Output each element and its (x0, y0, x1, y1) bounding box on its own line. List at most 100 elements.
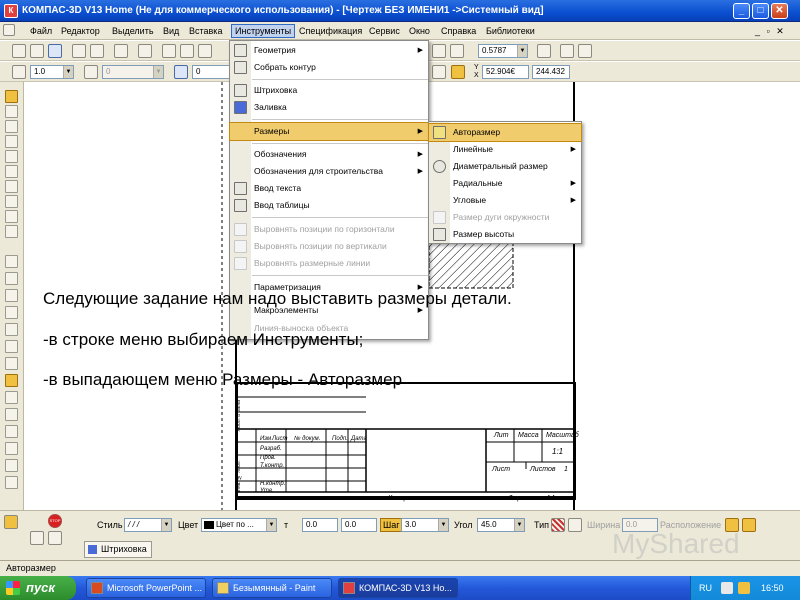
menu-instruments[interactable]: Инструменты (231, 24, 296, 38)
paste-icon[interactable] (198, 44, 212, 58)
chevron-down-icon[interactable]: ▼ (153, 66, 163, 78)
arc-tool-icon[interactable] (5, 323, 18, 336)
grid-icon[interactable] (12, 65, 26, 79)
menu-item-height-dimension[interactable]: Размер высоты (429, 226, 581, 243)
measure-tool-icon[interactable] (5, 165, 18, 178)
menu-item-collect-contour[interactable]: Собрать контур (230, 59, 428, 76)
help-icon[interactable] (48, 531, 62, 545)
parametrize-tool-icon[interactable] (5, 150, 18, 163)
layer-icon[interactable] (84, 65, 98, 79)
zoom-out-icon[interactable] (432, 44, 446, 58)
placement-after-icon[interactable] (742, 518, 756, 532)
menu-item-geometry[interactable]: Геометрия ▶ (230, 42, 428, 59)
t-field-2[interactable]: 0.0 (341, 518, 377, 532)
hatch-tab[interactable]: Штриховка (84, 541, 152, 558)
menu-item-hatch[interactable]: Штриховка (230, 82, 428, 99)
style-select[interactable]: / / / ▼ (124, 518, 172, 532)
chevron-down-icon[interactable]: ▼ (161, 519, 171, 531)
stop-icon[interactable]: STOP (48, 514, 62, 528)
close-button[interactable]: ✕ (771, 3, 788, 19)
chevron-down-icon[interactable]: ▼ (63, 66, 73, 78)
menu-help[interactable]: Справка (438, 24, 479, 38)
menu-item-angular[interactable]: Угловые ▶ (429, 192, 581, 209)
report-tool-icon[interactable] (5, 210, 18, 223)
scale-field[interactable]: 1.0 ▼ (30, 65, 74, 79)
style-icon[interactable] (174, 65, 188, 79)
angle-field[interactable]: 45.0 ▼ (477, 518, 525, 532)
menu-item-table-input[interactable]: Ввод таблицы (230, 197, 428, 214)
polyline-tool-icon[interactable] (5, 374, 18, 387)
tray-volume-icon[interactable] (738, 582, 750, 594)
point-tool-icon[interactable] (5, 255, 18, 268)
coord-y-field[interactable]: 244.432 (532, 65, 570, 79)
panel-icon[interactable] (4, 515, 18, 529)
menu-service[interactable]: Сервис (366, 24, 403, 38)
document-window-controls[interactable]: _ ▫ ✕ (752, 24, 789, 38)
menu-window[interactable]: Окно (406, 24, 433, 38)
menu-item-linear[interactable]: Линейные ▶ (429, 141, 581, 158)
menu-item-construction-designations[interactable]: Обозначения для строительства ▶ (230, 163, 428, 180)
start-button[interactable]: пуск (0, 576, 76, 600)
copy-icon[interactable] (180, 44, 194, 58)
snap-icon[interactable] (451, 65, 465, 79)
zoom-in-icon[interactable] (450, 44, 464, 58)
spline-tool-icon[interactable] (5, 357, 18, 370)
layer-field[interactable]: 0 ▼ (102, 65, 164, 79)
hatch-style-icon[interactable] (568, 518, 582, 532)
color-select[interactable]: Цвет по ... ▼ (201, 518, 277, 532)
step-field[interactable]: 3.0 ▼ (401, 518, 449, 532)
menu-editor[interactable]: Редактор (58, 24, 103, 38)
menu-insert[interactable]: Вставка (186, 24, 225, 38)
insert-tool-icon[interactable] (5, 225, 18, 238)
chevron-down-icon[interactable]: ▼ (514, 519, 524, 531)
menu-libraries[interactable]: Библиотеки (483, 24, 538, 38)
minimize-button[interactable]: _ (733, 3, 750, 19)
properties-icon[interactable] (114, 44, 128, 58)
new-icon[interactable] (12, 44, 26, 58)
orthogonal-icon[interactable] (432, 65, 446, 79)
ellipse-tool-icon[interactable] (5, 340, 18, 353)
save-icon[interactable] (48, 44, 62, 58)
step-label[interactable]: Шаг (380, 518, 403, 532)
tray-app-icon[interactable] (721, 582, 733, 594)
menu-item-auto-dimension[interactable]: Авторазмер (428, 123, 582, 142)
spec-tool-icon[interactable] (5, 195, 18, 208)
previous-view-icon[interactable] (578, 44, 592, 58)
bezier-tool-icon[interactable] (5, 408, 18, 421)
task-kompas[interactable]: КОМПАС-3D V13 Ho... (338, 578, 458, 598)
menu-file[interactable]: Файл (27, 24, 55, 38)
menu-item-radial[interactable]: Радиальные ▶ (429, 175, 581, 192)
rectangle-tool-icon[interactable] (5, 459, 18, 472)
dimensions-tool-icon[interactable] (5, 105, 18, 118)
geometry-tool-icon[interactable] (5, 90, 18, 103)
segment-tool-icon[interactable] (5, 289, 18, 302)
chamfer-tool-icon[interactable] (5, 425, 18, 438)
t-field-1[interactable]: 0.0 (302, 518, 338, 532)
task-powerpoint[interactable]: Microsoft PowerPoint ... (86, 578, 206, 598)
print-icon[interactable] (72, 44, 86, 58)
menu-select[interactable]: Выделить (109, 24, 157, 38)
menu-specification[interactable]: Спецификация (296, 24, 365, 38)
designations-tool-icon[interactable] (5, 120, 18, 133)
language-indicator[interactable]: RU (699, 576, 712, 600)
menu-item-diameter[interactable]: Диаметральный размер (429, 158, 581, 175)
create-object-icon[interactable] (30, 531, 44, 545)
chevron-down-icon[interactable]: ▼ (438, 519, 448, 531)
polygon-tool-icon[interactable] (5, 476, 18, 489)
line-tool-icon[interactable] (5, 272, 18, 285)
menu-item-fill[interactable]: Заливка (230, 99, 428, 116)
edit-tool-icon[interactable] (5, 135, 18, 148)
menu-view[interactable]: Вид (160, 24, 182, 38)
hatch-type-icon[interactable] (551, 518, 565, 532)
chevron-down-icon[interactable]: ▼ (517, 45, 527, 57)
menu-item-designations[interactable]: Обозначения ▶ (230, 146, 428, 163)
refresh-icon[interactable] (560, 44, 574, 58)
coord-x-field[interactable]: 52.904€ (482, 65, 529, 79)
chevron-down-icon[interactable]: ▼ (266, 519, 276, 531)
curve-tool-icon[interactable] (5, 391, 18, 404)
circle-tool-icon[interactable] (5, 306, 18, 319)
fillet-tool-icon[interactable] (5, 442, 18, 455)
task-paint[interactable]: Безымянный - Paint (212, 578, 332, 598)
menu-item-dimensions[interactable]: Размеры ▶ (229, 122, 429, 141)
open-icon[interactable] (30, 44, 44, 58)
